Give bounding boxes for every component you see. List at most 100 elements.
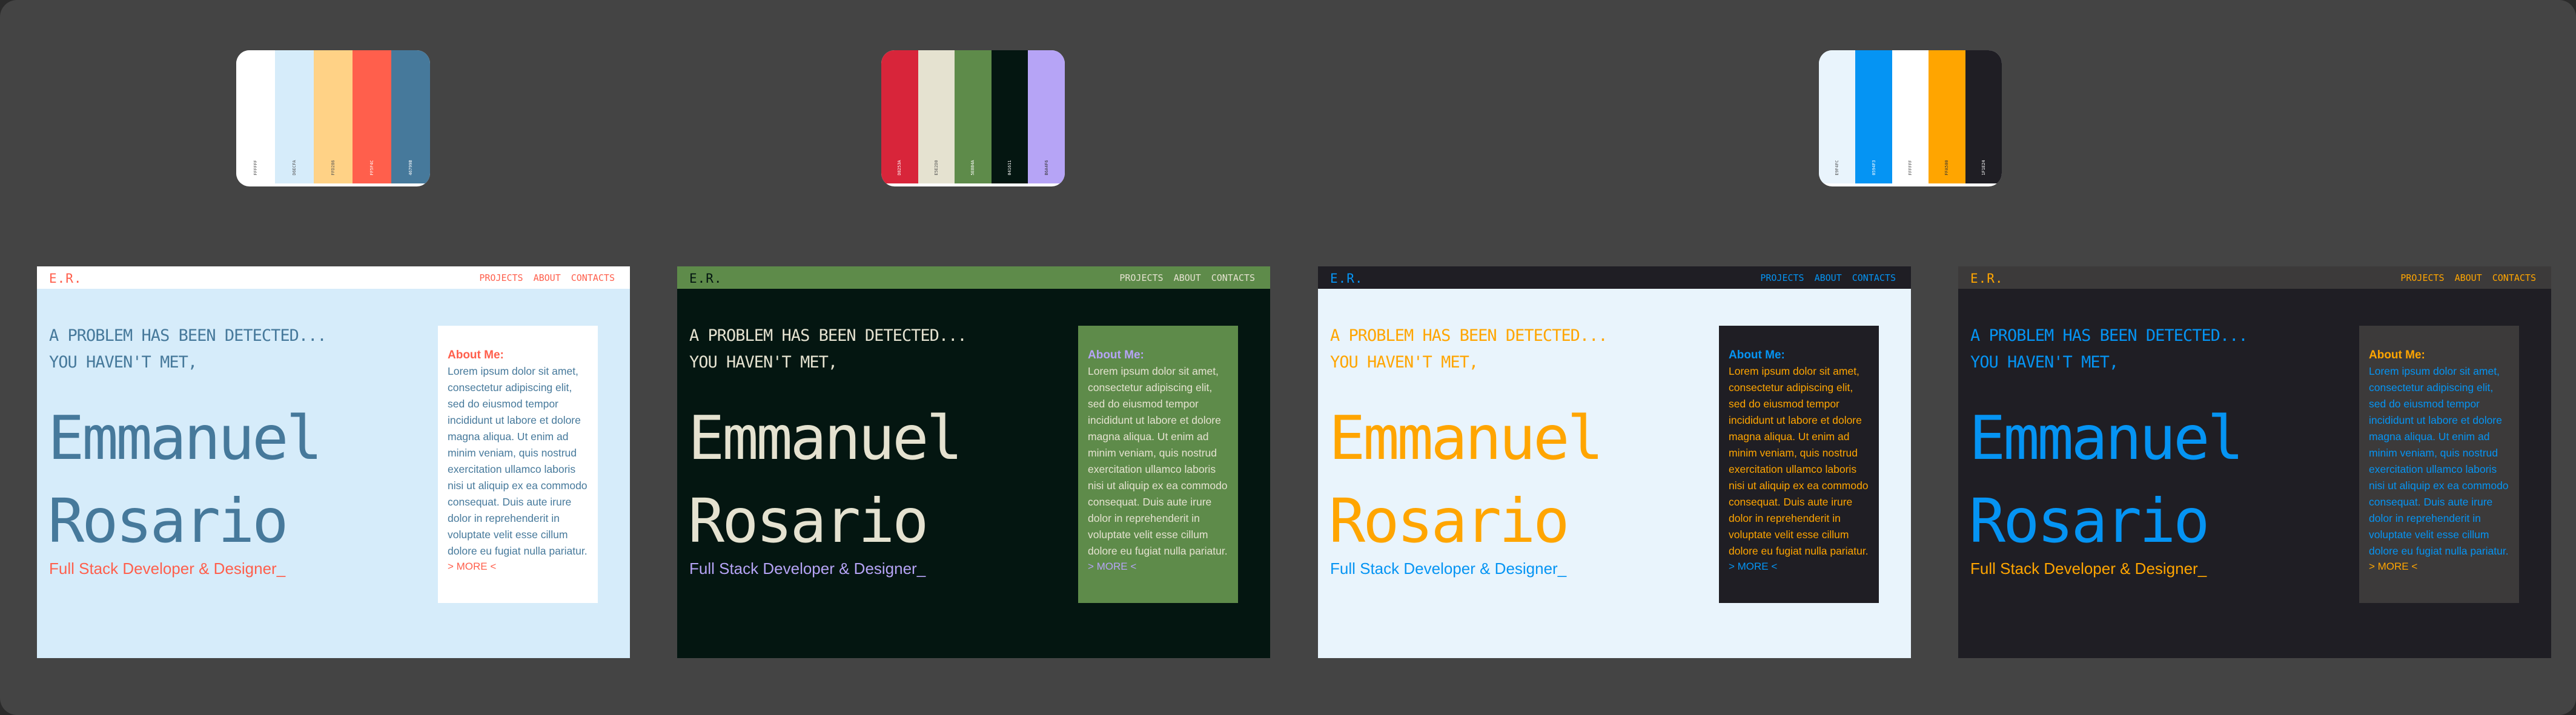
palette-swatch: FFD286 (314, 50, 353, 183)
nav-links: PROJECTS ABOUT CONTACTS (479, 272, 615, 283)
swatch-hex-label: 5E8B4A (970, 160, 976, 176)
palette-swatch: 1F1E24 (1965, 50, 2002, 183)
about-card: About Me: Lorem ipsum dolor sit amet, co… (1719, 326, 1879, 603)
nav-link-about[interactable]: ABOUT (534, 272, 561, 283)
nav-link-about[interactable]: ABOUT (2455, 272, 2482, 283)
about-title: About Me: (448, 349, 504, 361)
palette-swatch: E5E2D0 (918, 50, 955, 183)
nav-link-contacts[interactable]: CONTACTS (1211, 272, 1255, 283)
nav-links: PROJECTS ABOUT CONTACTS (1119, 272, 1255, 283)
top-nav: E.R. PROJECTS ABOUT CONTACTS (677, 266, 1270, 289)
palette-swatch: 5E8B4A (955, 50, 992, 183)
nav-links: PROJECTS ABOUT CONTACTS (2400, 272, 2536, 283)
site-logo[interactable]: E.R. (49, 271, 82, 286)
hero-role: Full Stack Developer & Designer_ (1330, 559, 1567, 578)
swatch-hex-label: 1F1E24 (1981, 160, 1986, 176)
nav-link-contacts[interactable]: CONTACTS (2492, 272, 2536, 283)
swatch-hex-label: 0594F3 (1871, 160, 1876, 176)
moodboard-canvas: FFFFFF D6ECFA FFD286 FF5F4C 46799B D8253A E5E… (0, 0, 2576, 715)
headline-line-1: A PROBLEM HAS BEEN DETECTED... (49, 326, 327, 345)
hero-role: Full Stack Developer & Designer_ (689, 559, 926, 578)
about-title: About Me: (1729, 349, 1785, 361)
swatch-hex-label: 041611 (1007, 160, 1013, 176)
hero-headline: A PROBLEM HAS BEEN DETECTED... YOU HAVEN… (1970, 323, 2248, 376)
about-card: About Me: Lorem ipsum dolor sit amet, co… (1078, 326, 1238, 603)
nav-link-projects[interactable]: PROJECTS (1760, 272, 1804, 283)
palette-swatch: FFA500 (1929, 50, 1965, 183)
nav-links: PROJECTS ABOUT CONTACTS (1760, 272, 1896, 283)
palette-swatch: D8253A (881, 50, 918, 183)
swatch-hex-label: FF5F4C (369, 160, 374, 176)
swatch-hex-label: FFFFFF (1907, 160, 1913, 176)
first-name: Emmanuel (688, 403, 963, 473)
hero-name: Emmanuel Rosario (1329, 397, 1604, 562)
top-nav: E.R. PROJECTS ABOUT CONTACTS (37, 266, 630, 289)
about-card: About Me: Lorem ipsum dolor sit amet, co… (2359, 326, 2519, 603)
swatch-hex-label: B6A4F6 (1044, 160, 1049, 176)
top-nav: E.R. PROJECTS ABOUT CONTACTS (1958, 266, 2551, 289)
first-name: Emmanuel (1969, 403, 2244, 473)
swatch-hex-label: E9F4FC (1835, 160, 1840, 176)
palette-swatch: FFFFFF (236, 50, 275, 183)
hero-headline: A PROBLEM HAS BEEN DETECTED... YOU HAVEN… (1330, 323, 1608, 376)
nav-link-projects[interactable]: PROJECTS (2400, 272, 2444, 283)
site-mockup-dark-blue: E.R. PROJECTS ABOUT CONTACTS A PROBLEM H… (1958, 266, 2551, 658)
color-palette-2: D8253A E5E2D0 5E8B4A 041611 B6A4F6 (881, 50, 1065, 186)
about-title: About Me: (1088, 349, 1144, 361)
hero-role: Full Stack Developer & Designer_ (1970, 559, 2207, 578)
nav-link-about[interactable]: ABOUT (1815, 272, 1842, 283)
site-mockup-dark-green: E.R. PROJECTS ABOUT CONTACTS A PROBLEM H… (677, 266, 1270, 658)
headline-line-2: YOU HAVEN'T MET, (1970, 353, 2119, 372)
more-link[interactable]: > MORE < (448, 561, 589, 573)
site-mockup-light-orange: E.R. PROJECTS ABOUT CONTACTS A PROBLEM H… (1318, 266, 1911, 658)
first-name: Emmanuel (1329, 403, 1604, 473)
palette-swatch: 46799B (391, 50, 430, 183)
nav-link-contacts[interactable]: CONTACTS (1852, 272, 1896, 283)
palette-swatch: FFFFFF (1892, 50, 1929, 183)
swatch-hex-label: FFD286 (331, 160, 336, 176)
color-palette-1: FFFFFF D6ECFA FFD286 FF5F4C 46799B (236, 50, 430, 186)
hero-name: Emmanuel Rosario (688, 397, 963, 562)
hero-headline: A PROBLEM HAS BEEN DETECTED... YOU HAVEN… (49, 323, 327, 376)
nav-link-projects[interactable]: PROJECTS (1119, 272, 1163, 283)
palette-swatch: B6A4F6 (1028, 50, 1065, 183)
palette-swatch: E9F4FC (1819, 50, 1856, 183)
headline-line-2: YOU HAVEN'T MET, (49, 353, 197, 372)
top-nav: E.R. PROJECTS ABOUT CONTACTS (1318, 266, 1911, 289)
more-link[interactable]: > MORE < (1088, 561, 1230, 573)
last-name: Rosario (688, 486, 929, 556)
about-body: Lorem ipsum dolor sit amet, consectetur … (1088, 365, 1228, 557)
swatch-hex-label: 46799B (408, 160, 413, 176)
palette-swatch: 041611 (991, 50, 1028, 183)
swatch-hex-label: D6ECFA (292, 160, 297, 176)
about-body: Lorem ipsum dolor sit amet, consectetur … (1729, 365, 1869, 557)
about-card: About Me: Lorem ipsum dolor sit amet, co… (438, 326, 598, 603)
about-title: About Me: (2369, 349, 2425, 361)
more-link[interactable]: > MORE < (2369, 561, 2511, 573)
nav-link-contacts[interactable]: CONTACTS (571, 272, 615, 283)
hero-name: Emmanuel Rosario (1969, 397, 2244, 562)
palette-swatch: 0594F3 (1855, 50, 1892, 183)
swatch-hex-label: E5E2D0 (933, 160, 939, 176)
headline-line-1: A PROBLEM HAS BEEN DETECTED... (1330, 326, 1608, 345)
hero-role: Full Stack Developer & Designer_ (49, 559, 286, 578)
site-logo[interactable]: E.R. (689, 271, 723, 286)
site-logo[interactable]: E.R. (1330, 271, 1363, 286)
first-name: Emmanuel (48, 403, 323, 473)
last-name: Rosario (1329, 486, 1569, 556)
hero-headline: A PROBLEM HAS BEEN DETECTED... YOU HAVEN… (689, 323, 967, 376)
nav-link-projects[interactable]: PROJECTS (479, 272, 523, 283)
palette-swatch: D6ECFA (275, 50, 314, 183)
about-body: Lorem ipsum dolor sit amet, consectetur … (448, 365, 588, 557)
color-palette-3: E9F4FC 0594F3 FFFFFF FFA500 1F1E24 (1819, 50, 2002, 186)
site-logo[interactable]: E.R. (1970, 271, 2004, 286)
swatch-hex-label: FFA500 (1944, 160, 1950, 176)
nav-link-about[interactable]: ABOUT (1174, 272, 1201, 283)
hero-name: Emmanuel Rosario (48, 397, 323, 562)
headline-line-1: A PROBLEM HAS BEEN DETECTED... (689, 326, 967, 345)
headline-line-2: YOU HAVEN'T MET, (1330, 353, 1478, 372)
headline-line-2: YOU HAVEN'T MET, (689, 353, 838, 372)
headline-line-1: A PROBLEM HAS BEEN DETECTED... (1970, 326, 2248, 345)
swatch-hex-label: FFFFFF (253, 160, 258, 176)
more-link[interactable]: > MORE < (1729, 561, 1870, 573)
